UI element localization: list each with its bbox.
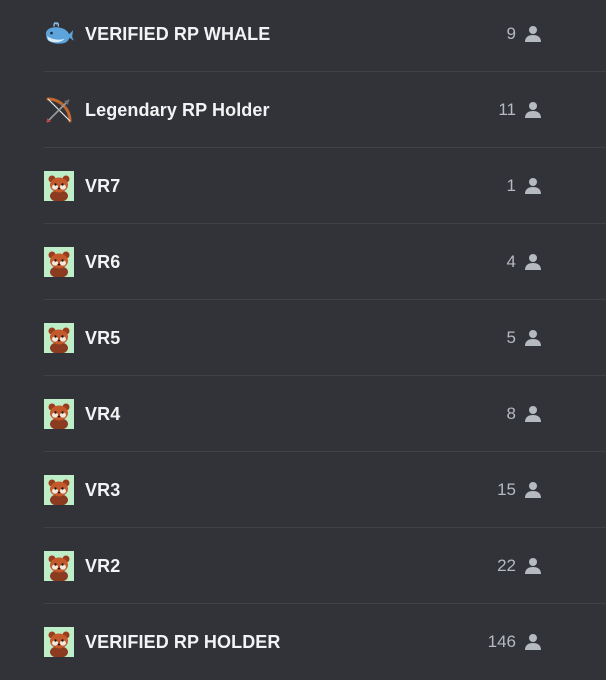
member-count: 22 [497, 556, 516, 575]
role-name: VR5 [85, 327, 121, 348]
role-row-vr7[interactable]: VR7 1 [44, 148, 606, 224]
role-name: VERIFIED RP WHALE [85, 23, 271, 44]
role-name: Legendary RP Holder [85, 99, 270, 120]
role-name: VR2 [85, 555, 121, 576]
red-panda-icon [44, 399, 74, 429]
role-row-vr5[interactable]: VR5 5 [44, 300, 606, 376]
role-row-vr6[interactable]: VR6 4 [44, 224, 606, 300]
role-name: VERIFIED RP HOLDER [85, 631, 281, 652]
red-panda-icon [44, 627, 74, 657]
red-panda-icon [44, 247, 74, 277]
red-panda-icon [44, 171, 74, 201]
person-icon [525, 330, 541, 346]
red-panda-icon [44, 475, 74, 505]
member-count: 5 [506, 328, 516, 347]
member-count: 4 [506, 252, 516, 271]
bow-and-arrow-icon [44, 95, 74, 125]
role-row-legendary-rp-holder[interactable]: Legendary RP Holder 11 [44, 72, 606, 148]
red-panda-icon [44, 551, 74, 581]
member-count: 1 [506, 176, 516, 195]
person-icon [525, 406, 541, 422]
person-icon [525, 102, 541, 118]
person-icon [525, 178, 541, 194]
role-row-verified-rp-whale[interactable]: VERIFIED RP WHALE 9 [44, 0, 606, 72]
member-count: 146 [487, 632, 516, 651]
member-count: 11 [498, 100, 516, 119]
role-name: VR7 [85, 175, 121, 196]
role-row-vr4[interactable]: VR4 8 [44, 376, 606, 452]
red-panda-icon [44, 323, 74, 353]
person-icon [525, 254, 541, 270]
role-row-vr2[interactable]: VR2 22 [44, 528, 606, 604]
person-icon [525, 482, 541, 498]
person-icon [525, 634, 541, 650]
role-name: VR4 [85, 403, 121, 424]
role-row-verified-rp-holder[interactable]: VERIFIED RP HOLDER 146 [44, 604, 606, 680]
member-count: 15 [497, 480, 516, 499]
member-count: 8 [506, 404, 516, 423]
role-name: VR6 [85, 251, 121, 272]
whale-icon [44, 19, 74, 49]
role-list: VERIFIED RP WHALE 9 Legendary RP Holder … [0, 0, 606, 680]
person-icon [525, 26, 541, 42]
role-name: VR3 [85, 479, 121, 500]
person-icon [525, 558, 541, 574]
member-count: 9 [506, 24, 516, 43]
role-row-vr3[interactable]: VR3 15 [44, 452, 606, 528]
